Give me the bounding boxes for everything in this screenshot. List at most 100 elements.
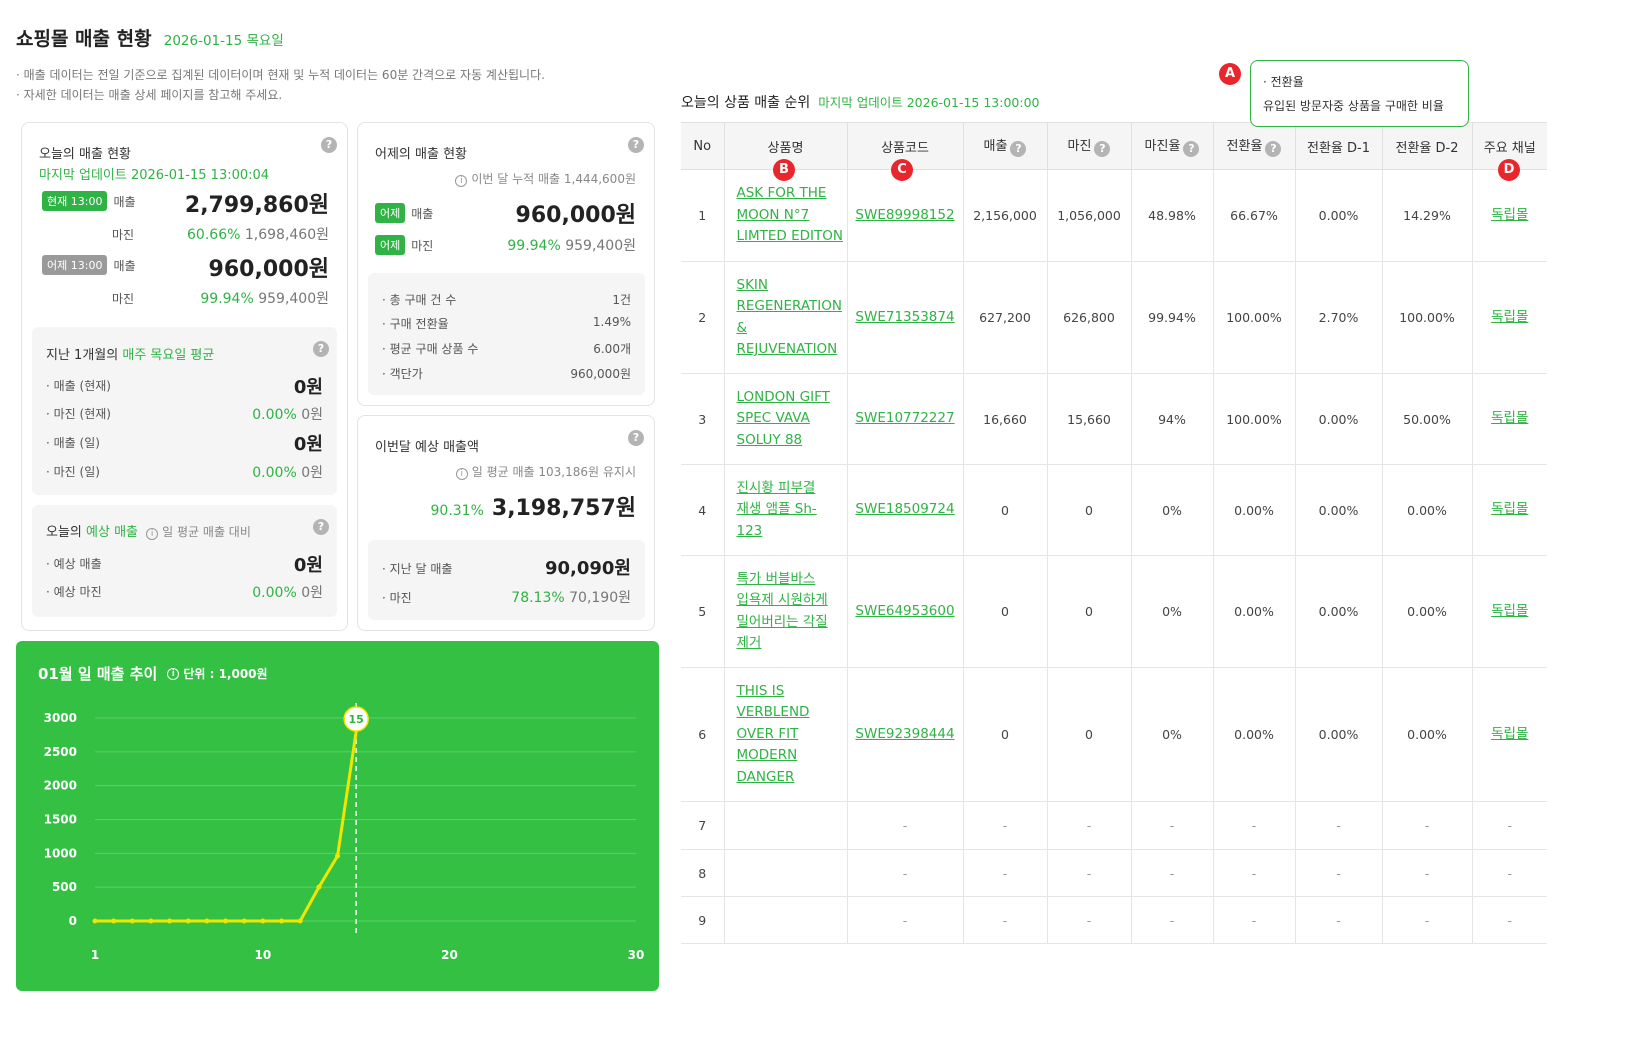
- rank-title: 오늘의 상품 매출 순위: [681, 95, 811, 111]
- product-name-link[interactable]: 밀어버리는 각질: [737, 612, 847, 634]
- average-value: 0원: [301, 465, 323, 481]
- yesterday-badge: 어제: [375, 235, 406, 255]
- help-icon[interactable]: ?: [628, 430, 644, 446]
- product-name-link[interactable]: MOON N°7: [737, 205, 847, 227]
- product-name-link[interactable]: OVER FIT: [737, 724, 847, 746]
- help-icon[interactable]: ?: [1265, 141, 1282, 157]
- help-icon[interactable]: ?: [628, 137, 644, 153]
- help-icon[interactable]: ?: [321, 137, 337, 153]
- product-code-link[interactable]: SWE10772227: [855, 410, 954, 426]
- now-margin-rate: 60.66%: [187, 227, 241, 243]
- cell-value: 100.00%: [1399, 310, 1455, 325]
- annotation-marker-c: C: [891, 159, 913, 181]
- cell-value: -: [1086, 912, 1092, 928]
- column-header: 전환율 D-1: [1294, 122, 1382, 170]
- product-code-link[interactable]: SWE89998152: [855, 207, 954, 223]
- product-name-link[interactable]: SPEC VAVA: [737, 408, 847, 430]
- cell-mrate: 99.94%: [1130, 261, 1213, 374]
- cell-d1: 0.00%: [1294, 169, 1382, 262]
- cell-name: 특가 버블바스 입욕제 시원하게 밀어버리는 각질 제거: [723, 555, 847, 668]
- cell-sales: 0: [962, 464, 1047, 556]
- expected-label: · 예상 매출: [46, 557, 102, 571]
- cell-sales: 627,200: [962, 261, 1047, 374]
- channel-link[interactable]: 독립몰: [1491, 410, 1528, 426]
- x-tick-label: 30: [628, 948, 645, 962]
- yesterday-sales-label: 매출: [411, 206, 434, 221]
- column-header: 전환율 D-2: [1381, 122, 1472, 170]
- product-name-link[interactable]: &: [737, 318, 847, 340]
- help-icon[interactable]: ?: [1094, 141, 1111, 157]
- cell-value: 0.00%: [1318, 502, 1359, 518]
- page-note: · 자세한 데이터는 매출 상세 페이지를 참고해 주세요.: [16, 88, 283, 102]
- cell-value: -: [902, 865, 908, 881]
- average-row: 0.00% 0원: [252, 404, 323, 424]
- cell-value: 0.00%: [1318, 208, 1359, 223]
- cell-value: -: [1507, 912, 1512, 928]
- yesterday-sales-value: 960,000원: [515, 203, 636, 228]
- product-name-link[interactable]: 특가 버블바스: [737, 569, 847, 591]
- product-name-link[interactable]: 재생 앰플 Sh-: [737, 499, 847, 521]
- yday-badge: 어제 13:00: [42, 255, 108, 275]
- x-tick-label: 20: [441, 948, 458, 962]
- y-tick-label: 3000: [44, 711, 77, 725]
- cell-mrate: 48.98%: [1130, 169, 1213, 262]
- channel-link[interactable]: 독립몰: [1491, 501, 1528, 517]
- cell-d1: 0.00%: [1294, 555, 1382, 668]
- product-name-link[interactable]: THIS IS: [737, 681, 847, 703]
- channel-link[interactable]: 독립몰: [1491, 603, 1528, 619]
- cell-conv: 0.00%: [1212, 667, 1295, 802]
- product-code-link[interactable]: SWE71353874: [855, 309, 954, 325]
- product-name-link[interactable]: LIMTED EDITON: [737, 226, 847, 248]
- yday-margin-label: 마진: [112, 292, 135, 306]
- data-point: [92, 918, 98, 924]
- yday-sales-label: 매출: [113, 258, 136, 273]
- product-name-link[interactable]: MODERN: [737, 745, 847, 767]
- cell-value: 5: [698, 604, 707, 619]
- yesterday-margin-row-label: 어제 마진: [375, 235, 433, 255]
- expected-row: 0.00% 0원: [252, 582, 323, 602]
- product-name-link[interactable]: DANGER: [737, 767, 847, 789]
- cell-margin: 0: [1046, 667, 1131, 802]
- yesterday-badge: 어제: [375, 203, 406, 223]
- cell-value: 99.94%: [1148, 310, 1196, 325]
- product-name-link[interactable]: SKIN: [737, 275, 847, 297]
- channel-link[interactable]: 독립몰: [1491, 207, 1528, 223]
- expected-title-highlight: 예상 매출: [86, 525, 139, 540]
- product-name-link[interactable]: 123: [737, 521, 847, 543]
- channel-link[interactable]: 독립몰: [1491, 726, 1528, 742]
- cell-sales: 2,156,000: [962, 169, 1047, 262]
- product-name-link[interactable]: SOLUY 88: [737, 430, 847, 452]
- today-card-updated: 마지막 업데이트 2026-01-15 13:00:04: [39, 168, 270, 183]
- product-name-link[interactable]: ASK FOR THE: [737, 183, 847, 205]
- product-name-link[interactable]: 제거: [737, 633, 847, 655]
- product-code-link[interactable]: SWE92398444: [855, 726, 954, 742]
- cell-value: 0.00%: [1234, 727, 1274, 742]
- product-name-link[interactable]: 진시황 피부결: [737, 478, 847, 500]
- product-code-link[interactable]: SWE18509724: [855, 501, 954, 517]
- cell-d2: -: [1381, 801, 1472, 850]
- cell-name: [723, 801, 847, 850]
- product-name-link[interactable]: REJUVENATION: [737, 339, 847, 361]
- cell-name: [723, 896, 847, 944]
- info-icon: i: [455, 468, 468, 480]
- column-header: 매출?: [962, 122, 1047, 170]
- product-name-link[interactable]: 입욕제 시원하게: [737, 590, 847, 612]
- product-name-link[interactable]: VERBLEND: [737, 702, 847, 724]
- product-name-link[interactable]: REGENERATION: [737, 296, 847, 318]
- cell-value: 0: [1085, 502, 1093, 518]
- channel-link[interactable]: 독립몰: [1491, 309, 1528, 325]
- product-name-link[interactable]: LONDON GIFT: [737, 387, 847, 409]
- help-icon[interactable]: ?: [313, 341, 329, 357]
- month-hint: i일 평균 매출 103,186원 유지시: [455, 463, 636, 480]
- help-icon[interactable]: ?: [1010, 141, 1027, 157]
- cell-code: SWE18509724: [846, 464, 963, 556]
- cell-name: 진시황 피부결 재생 앰플 Sh- 123: [723, 464, 847, 556]
- cell-sales: 16,660: [962, 373, 1047, 465]
- cell-mrate: -: [1130, 896, 1213, 944]
- product-code-link[interactable]: SWE64953600: [855, 603, 954, 619]
- cell-value: -: [1251, 912, 1257, 928]
- page-header: 쇼핑몰 매출 현황 2026-01-15 목요일: [16, 24, 284, 51]
- help-icon[interactable]: ?: [1183, 141, 1200, 157]
- help-icon[interactable]: ?: [313, 519, 329, 535]
- cell-conv: -: [1212, 896, 1295, 944]
